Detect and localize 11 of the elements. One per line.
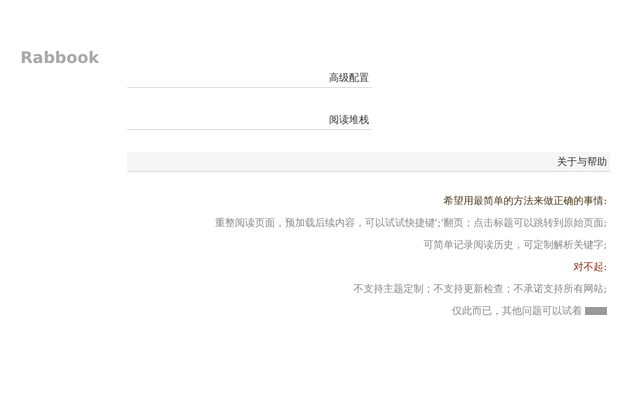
about-text: 可简单记录阅读历史，可定制解析关键字;	[424, 238, 607, 252]
contact-badge-icon[interactable]	[585, 307, 607, 315]
section-header[interactable]: 关于与帮助	[127, 152, 610, 172]
heading-text: 希望用最简单的方法来做正确的事情:	[444, 194, 607, 208]
about-text: 不支持主题定制；不支持更新检查；不承诺支持所有网站;	[354, 282, 607, 296]
about-text: 重整阅读页面，预加载后续内容，可以试试快捷键';'翻页；点击标题可以跳转到原始页面;	[214, 216, 607, 230]
section-header[interactable]: 阅读堆栈	[127, 110, 372, 130]
warning-text: 对不起:	[574, 260, 607, 274]
section-header[interactable]: 高级配置	[127, 68, 372, 88]
logo: Rabbook	[20, 48, 99, 67]
about-text: 仅此而已，其他问题可以试着	[452, 304, 582, 318]
